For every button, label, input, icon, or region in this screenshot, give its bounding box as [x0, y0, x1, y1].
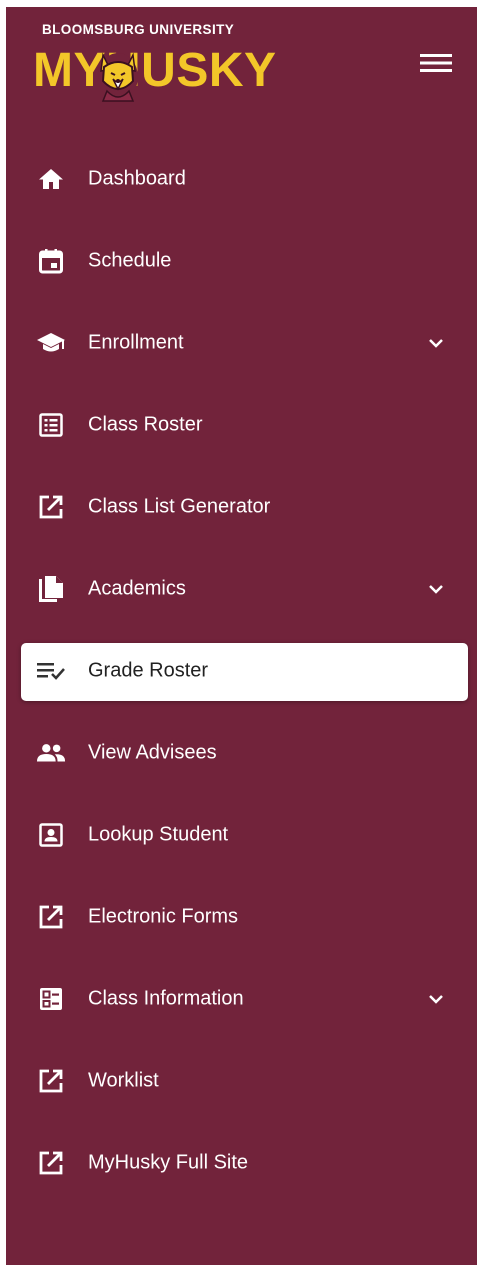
chevron-down-icon — [429, 339, 443, 348]
sidebar-item-label: Class List Generator — [88, 495, 271, 518]
sidebar-item-enrollment[interactable]: Enrollment — [6, 302, 477, 384]
sidebar-item-view-advisees[interactable]: View Advisees — [6, 712, 477, 794]
app-name-text: MYHUSKY — [33, 44, 277, 97]
external-link-icon — [36, 492, 66, 522]
sidebar-item-class-list-generator[interactable]: Class List Generator — [6, 466, 477, 548]
sidebar-item-label: MyHusky Full Site — [88, 1151, 249, 1174]
sidebar-item-label: Grade Roster — [88, 659, 209, 682]
app-name: MYHUSKY — [33, 43, 277, 99]
sidebar-item-lookup-student[interactable]: Lookup Student — [6, 794, 477, 876]
sidebar-item-grade-roster[interactable]: Grade Roster — [6, 630, 477, 712]
sidebar-item-label: Class Information — [88, 987, 244, 1010]
calendar-icon — [36, 246, 66, 276]
sidebar-nav: Dashboard Schedule Enrollment Class Rost… — [6, 138, 477, 1204]
sidebar-item-myhusky-full-site[interactable]: MyHusky Full Site — [6, 1122, 477, 1204]
sidebar-item-label: Dashboard — [88, 167, 186, 190]
home-icon — [36, 164, 66, 194]
hamburger-menu-button[interactable] — [414, 45, 458, 81]
sidebar-item-dashboard[interactable]: Dashboard — [6, 138, 477, 220]
external-link-icon — [36, 902, 66, 932]
sidebar-item-electronic-forms[interactable]: Electronic Forms — [6, 876, 477, 958]
sidebar-item-label: Worklist — [88, 1069, 159, 1092]
sidebar-item-schedule[interactable]: Schedule — [6, 220, 477, 302]
chevron-down-icon — [429, 995, 443, 1004]
sidebar-item-label: Class Roster — [88, 413, 203, 436]
list-detail-icon — [36, 984, 66, 1014]
sidebar-item-label: Schedule — [88, 249, 172, 272]
documents-icon — [36, 574, 66, 604]
people-icon — [36, 738, 66, 768]
sidebar-item-label: View Advisees — [88, 741, 217, 764]
person-card-icon — [36, 820, 66, 850]
sidebar: BLOOMSBURG UNIVERSITY MYHUSKY Dashboard … — [6, 7, 477, 1265]
university-name: BLOOMSBURG UNIVERSITY — [42, 22, 235, 37]
hamburger-menu-icon — [420, 54, 452, 72]
sidebar-item-label: Lookup Student — [88, 823, 229, 846]
sidebar-item-academics[interactable]: Academics — [6, 548, 477, 630]
sidebar-item-label: Enrollment — [88, 331, 184, 354]
myhusky-logo[interactable]: BLOOMSBURG UNIVERSITY MYHUSKY — [33, 17, 303, 109]
graduation-cap-icon — [36, 328, 66, 358]
list-alt-icon — [36, 410, 66, 440]
sidebar-item-class-information[interactable]: Class Information — [6, 958, 477, 1040]
chevron-down-icon — [429, 585, 443, 594]
sidebar-item-label: Academics — [88, 577, 186, 600]
list-check-icon — [36, 656, 66, 686]
sidebar-item-class-roster[interactable]: Class Roster — [6, 384, 477, 466]
sidebar-item-label: Electronic Forms — [88, 905, 239, 928]
external-link-icon — [36, 1148, 66, 1178]
external-link-icon — [36, 1066, 66, 1096]
husky-mascot-icon — [98, 52, 138, 102]
sidebar-item-worklist[interactable]: Worklist — [6, 1040, 477, 1122]
